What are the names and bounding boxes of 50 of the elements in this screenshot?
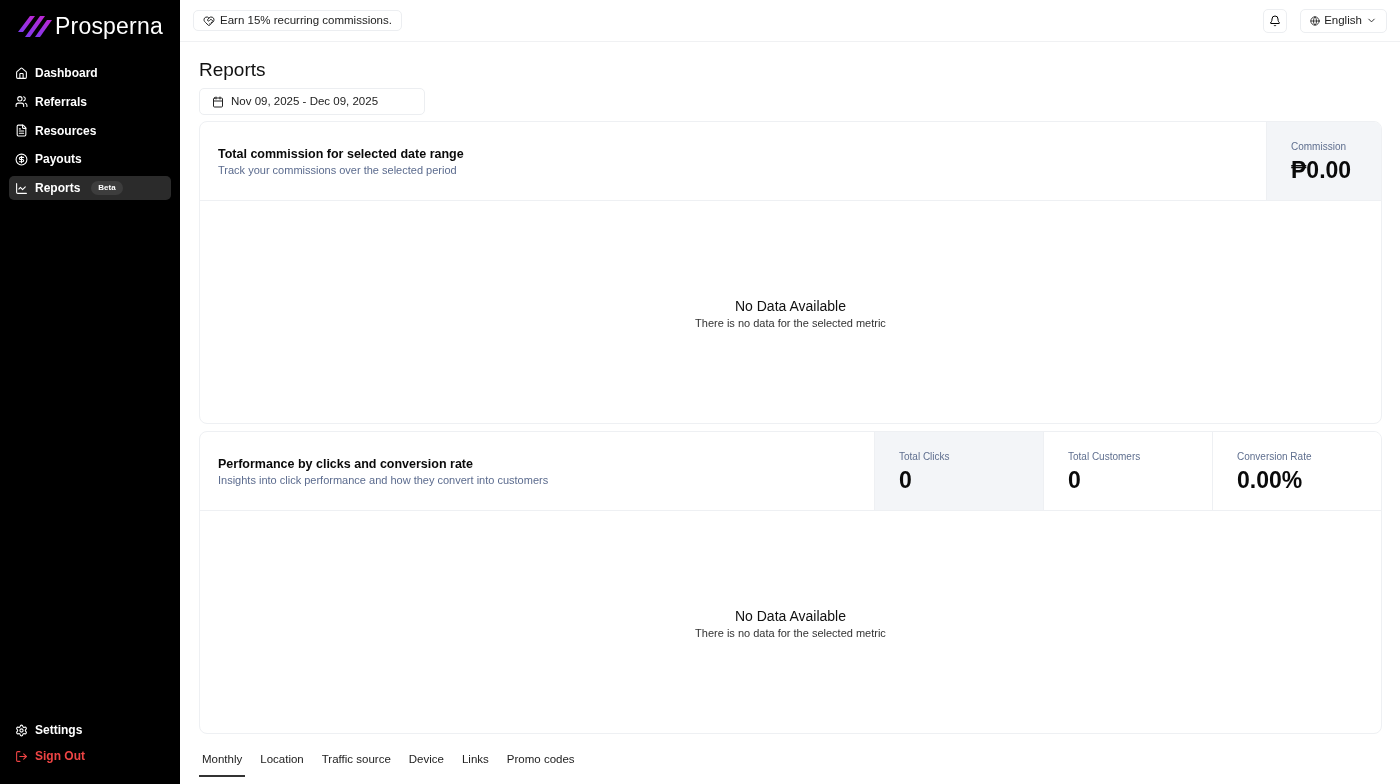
empty-state-message: There is no data for the selected metric xyxy=(695,316,886,331)
users-icon xyxy=(15,95,28,109)
slanted-bars-logo-icon xyxy=(18,15,52,37)
brand-name: Prosperna xyxy=(55,13,163,39)
metric-label: Commission xyxy=(1291,139,1347,153)
promo-text: Earn 15% recurring commissions. xyxy=(220,12,392,28)
line-chart-icon xyxy=(15,181,28,195)
card-subtitle: Insights into click performance and how they convert into customers xyxy=(218,473,550,488)
document-icon xyxy=(15,124,28,137)
globe-icon xyxy=(1310,15,1321,26)
metric-panel[interactable]: Commission ₱0.00 xyxy=(1266,122,1381,200)
card-title: Performance by clicks and conversion rate xyxy=(218,456,474,472)
sidebar-nav-item[interactable]: Dashboard xyxy=(9,61,171,85)
empty-state-title: No Data Available xyxy=(734,607,846,625)
report-tab[interactable]: Links xyxy=(458,744,492,777)
metric-label: Total Clicks xyxy=(899,449,951,463)
metric-value: 0 xyxy=(1068,466,1082,493)
language-select[interactable]: English xyxy=(1300,8,1387,33)
sidebar-nav-item[interactable]: Resources xyxy=(9,118,171,143)
metric-label: Total Customers xyxy=(1068,449,1142,463)
card-title: Total commission for selected date range xyxy=(218,146,465,162)
report-tab[interactable]: Device xyxy=(405,744,447,777)
sidebar-nav-item[interactable]: Referrals xyxy=(9,89,171,114)
logout-icon xyxy=(15,749,28,763)
metric-value: 0 xyxy=(899,466,913,493)
sidebar-nav-item[interactable]: Payouts xyxy=(9,147,171,172)
report-tab[interactable]: Traffic source xyxy=(318,744,394,777)
empty-state-title: No Data Available xyxy=(734,297,846,315)
report-tab[interactable]: Promo codes xyxy=(503,744,578,777)
home-icon xyxy=(15,66,28,80)
empty-state-message: There is no data for the selected metric xyxy=(695,626,886,641)
page-title: Reports xyxy=(199,58,267,82)
gear-icon xyxy=(15,723,28,737)
metric-panel[interactable]: Total Clicks 0 xyxy=(874,432,1043,510)
date-range-picker[interactable]: Nov 09, 2025 - Dec 09, 2025 xyxy=(199,88,425,115)
notifications-button[interactable] xyxy=(1263,8,1287,33)
metric-value: 0.00% xyxy=(1237,466,1304,493)
dollar-coin-icon xyxy=(15,152,28,166)
handshake-icon xyxy=(203,14,215,27)
card-subtitle: Track your commissions over the selected period xyxy=(218,163,458,178)
report-tab[interactable]: Monthly xyxy=(199,744,246,777)
calendar-icon xyxy=(212,95,224,108)
sidebar-nav-item[interactable]: Reports Beta xyxy=(9,176,171,200)
metric-label: Conversion Rate xyxy=(1237,449,1313,463)
beta-badge: Beta xyxy=(91,181,123,195)
bell-icon xyxy=(1269,14,1281,27)
report-tab[interactable]: Location xyxy=(257,744,307,777)
sign-out-link[interactable]: Sign Out xyxy=(9,745,171,767)
settings-link[interactable]: Settings xyxy=(9,719,171,741)
metric-value: ₱0.00 xyxy=(1291,156,1353,183)
